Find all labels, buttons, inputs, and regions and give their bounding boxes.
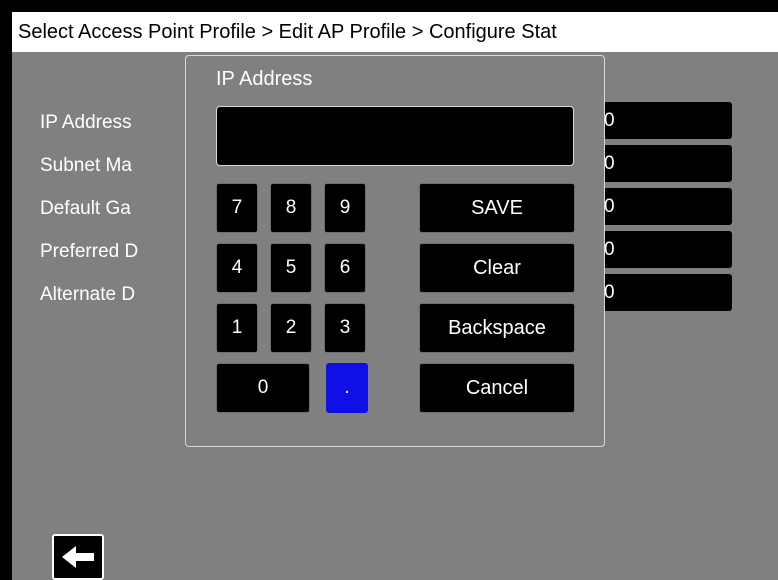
key-dot[interactable]: . <box>326 363 368 413</box>
key-1[interactable]: 1 <box>216 303 258 353</box>
ip-address-field[interactable]: 0 <box>592 102 732 139</box>
dialog-title: IP Address <box>216 68 313 90</box>
key-0[interactable]: 0 <box>216 363 310 413</box>
key-4[interactable]: 4 <box>216 243 258 293</box>
alternate-dns-field[interactable]: 0 <box>592 274 732 311</box>
default-gateway-field[interactable]: 0 <box>592 188 732 225</box>
arrow-left-icon <box>62 546 94 568</box>
key-7[interactable]: 7 <box>216 183 258 233</box>
clear-button[interactable]: Clear <box>419 243 575 293</box>
backspace-button[interactable]: Backspace <box>419 303 575 353</box>
key-2[interactable]: 2 <box>270 303 312 353</box>
field-label-subnet-mask: Subnet Ma <box>40 155 132 176</box>
breadcrumb: Select Access Point Profile > Edit AP Pr… <box>12 12 778 52</box>
ip-keypad-dialog: IP Address 7 8 9 4 5 6 1 2 3 0 . SAVE Cl… <box>185 55 605 447</box>
subnet-mask-field[interactable]: 0 <box>592 145 732 182</box>
key-6[interactable]: 6 <box>324 243 366 293</box>
screen: Select Access Point Profile > Edit AP Pr… <box>12 12 778 580</box>
cancel-button[interactable]: Cancel <box>419 363 575 413</box>
back-button[interactable] <box>52 534 104 580</box>
preferred-dns-field[interactable]: 0 <box>592 231 732 268</box>
key-9[interactable]: 9 <box>324 183 366 233</box>
key-5[interactable]: 5 <box>270 243 312 293</box>
key-3[interactable]: 3 <box>324 303 366 353</box>
field-label-preferred-dns: Preferred D <box>40 241 139 262</box>
field-label-default-gateway: Default Ga <box>40 198 131 219</box>
save-button[interactable]: SAVE <box>419 183 575 233</box>
field-label-alternate-dns: Alternate D <box>40 284 136 305</box>
key-8[interactable]: 8 <box>270 183 312 233</box>
keypad-display[interactable] <box>216 106 574 166</box>
field-label-ip-address: IP Address <box>40 112 132 133</box>
